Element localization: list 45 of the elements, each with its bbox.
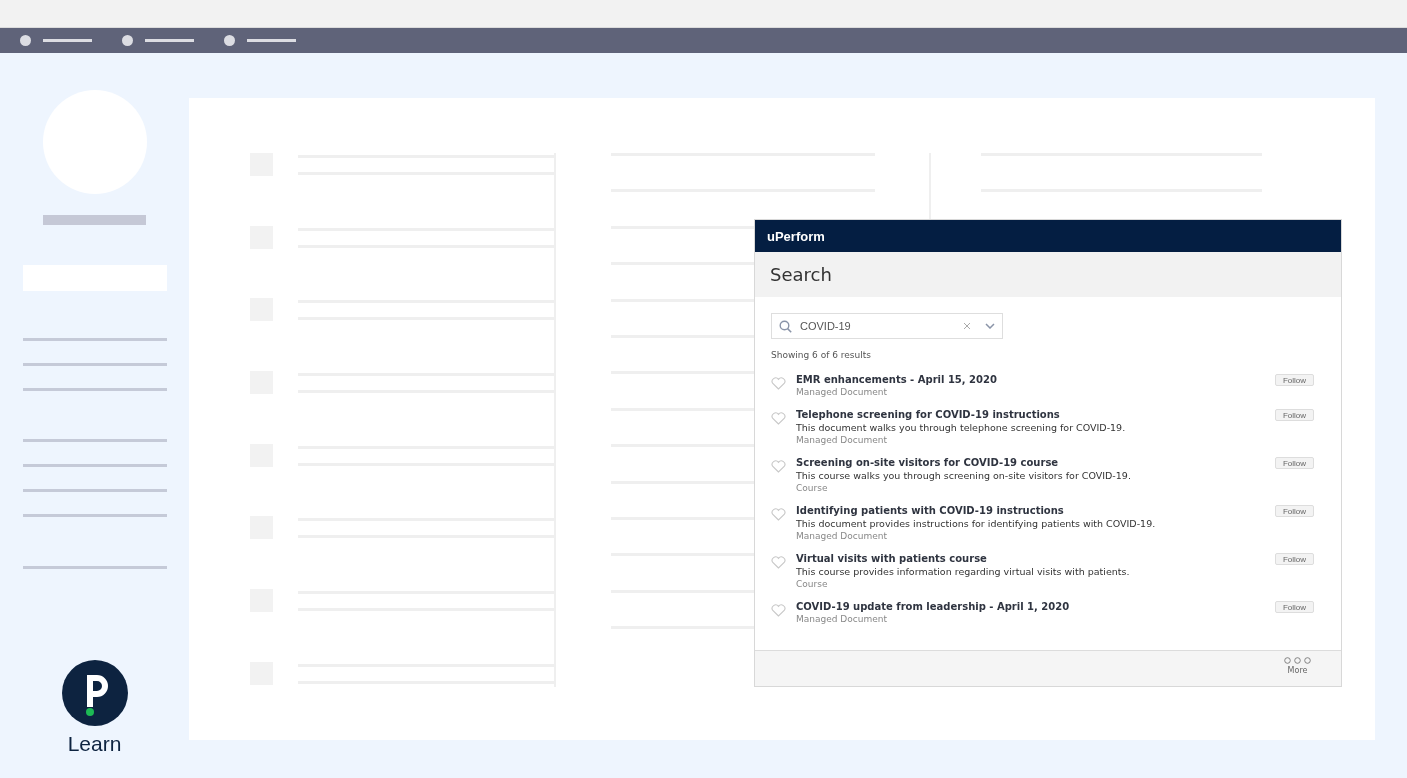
result-description: This course provides information regarding virtual visits with patients. bbox=[796, 566, 1131, 577]
clear-icon[interactable] bbox=[963, 322, 971, 330]
nav-placeholder-line bbox=[247, 39, 296, 42]
nav-dot-icon bbox=[122, 35, 133, 46]
heart-icon[interactable] bbox=[771, 460, 786, 473]
follow-button[interactable]: Follow bbox=[1274, 374, 1314, 386]
heart-icon[interactable] bbox=[771, 412, 786, 425]
brand-logo: uPerform bbox=[767, 228, 825, 244]
results-summary: Showing 6 of 6 results bbox=[771, 350, 872, 360]
result-title[interactable]: Screening on-site visitors for COVID-19 course bbox=[796, 457, 1275, 468]
nav-dot-icon bbox=[224, 35, 235, 46]
follow-button[interactable]: Follow bbox=[1274, 409, 1314, 421]
follow-button[interactable]: Follow bbox=[1274, 553, 1314, 565]
app-label: Learn bbox=[67, 732, 122, 756]
result-description: This document walks you through telephone screening for COVID-19. bbox=[796, 422, 1127, 433]
result-type: Course bbox=[796, 483, 829, 493]
follow-button[interactable]: Follow bbox=[1274, 505, 1314, 517]
logo-icon bbox=[61, 660, 128, 726]
result-type: Managed Document bbox=[796, 387, 888, 397]
result-description: This course walks you through screening on-site visitors for COVID-19. bbox=[796, 470, 1132, 481]
result-title[interactable]: Virtual visits with patients course bbox=[796, 553, 1275, 564]
nav-placeholder-line bbox=[43, 39, 92, 42]
result-type: Course bbox=[796, 579, 829, 589]
more-label[interactable]: More bbox=[1287, 666, 1308, 675]
more-icon[interactable] bbox=[1284, 657, 1311, 664]
result-title[interactable]: EMR enhancements - April 15, 2020 bbox=[796, 374, 1275, 385]
result-title[interactable]: Identifying patients with COVID-19 instructions bbox=[796, 505, 1275, 516]
nav-placeholder-line bbox=[145, 39, 194, 42]
result-description: This document provides instructions for identifying patients with COVID-19. bbox=[796, 518, 1157, 529]
result-title[interactable]: Telephone screening for COVID-19 instructions bbox=[796, 409, 1275, 420]
result-type: Managed Document bbox=[796, 435, 888, 445]
heart-icon[interactable] bbox=[771, 604, 786, 617]
follow-button[interactable]: Follow bbox=[1274, 601, 1314, 613]
result-type: Managed Document bbox=[796, 531, 888, 541]
heart-icon[interactable] bbox=[771, 556, 786, 569]
heart-icon[interactable] bbox=[771, 508, 786, 521]
result-title[interactable]: COVID-19 update from leadership - April 1, 2020 bbox=[796, 601, 1275, 612]
heart-icon[interactable] bbox=[771, 377, 786, 390]
search-icon bbox=[779, 319, 792, 333]
chevron-down-icon[interactable] bbox=[985, 323, 995, 329]
search-field[interactable]: COVID-19 bbox=[771, 313, 1003, 339]
search-title: Search bbox=[770, 264, 832, 285]
nav-dot-icon bbox=[20, 35, 31, 46]
follow-button[interactable]: Follow bbox=[1274, 457, 1314, 469]
result-type: Managed Document bbox=[796, 614, 888, 624]
